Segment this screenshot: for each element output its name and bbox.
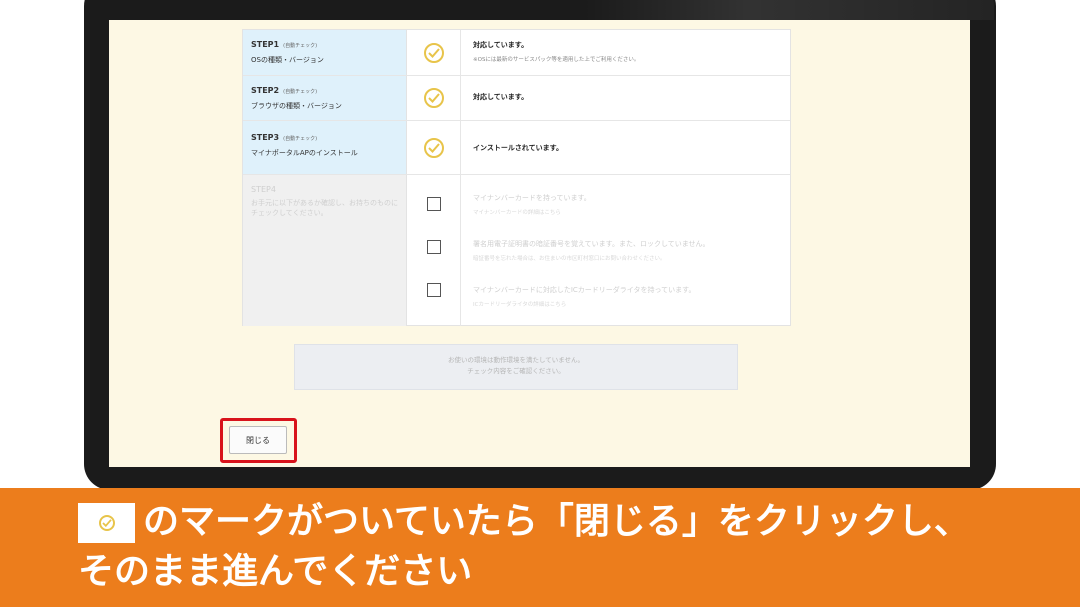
step2-message-cell: 対応しています。 [461,76,790,120]
step1-icon-cell [407,30,461,75]
instruction-banner: のマークがついていたら「閉じる」をクリックし、 そのまま進んでください [0,488,1080,607]
checkbox-icon[interactable] [426,240,441,254]
environment-check-table: STEP1 (自動チェック) OSの種類・バージョン 対応しています。 ※OSには… [242,29,791,326]
step2-row: STEP2 (自動チェック) ブラウザの種類・バージョン 対応しています。 [243,76,790,121]
step1-status: 対応しています。 [473,41,529,49]
step2-tag: (自動チェック) [283,89,318,95]
check-circle-icon [423,137,444,158]
step4-checkbox-cell [407,175,461,326]
step4-item-2: 署名用電子証明書の暗証番号を覚えています。また、ロックしていません。 暗証番号を… [473,239,790,285]
notice-line-2: チェック内容をご確認ください。 [467,367,565,375]
notice-line-1: お使いの環境は動作環境を満たしていません。 [447,356,585,364]
environment-notice: お使いの環境は動作環境を満たしていません。 チェック内容をご確認ください。 [294,344,738,390]
step2-status: 対応しています。 [473,93,529,101]
step4-item-3-label: マイナンバーカードに対応したICカードリーダライタを持っています。 [473,286,696,294]
step4-item-3-note: ICカードリーダライタの詳細はこちら [473,302,567,308]
laptop-screen: STEP1 (自動チェック) OSの種類・バージョン 対応しています。 ※OSには… [109,20,970,467]
close-button[interactable]: 閉じる [229,426,287,454]
step3-title: STEP3 (自動チェック) [251,133,318,142]
check-mark-sample [78,503,135,543]
step2-desc: ブラウザの種類・バージョン [251,102,342,110]
step4-row: STEP4 お手元に以下があるか確認し、お持ちのものにチェックしてください。 マ… [243,175,790,326]
step4-item-1-note: マイナンバーカードの詳細はこちら [473,210,561,216]
step1-note: ※OSには最新のサービスパック等を適用した上でご利用ください。 [473,57,640,63]
step4-desc: お手元に以下があるか確認し、お持ちのものにチェックしてください。 [251,199,398,217]
step1-tag: (自動チェック) [283,43,318,49]
step3-message-cell: インストールされています。 [461,121,790,174]
check-circle-icon [423,88,444,108]
step4-item-1: マイナンバーカードを持っています。 マイナンバーカードの詳細はこちら [473,193,790,239]
checkbox-icon[interactable] [426,283,441,297]
step2-title: STEP2 (自動チェック) [251,86,318,95]
step1-row: STEP1 (自動チェック) OSの種類・バージョン 対応しています。 ※OSには… [243,30,790,76]
step2-label-cell: STEP2 (自動チェック) ブラウザの種類・バージョン [243,76,407,120]
checkbox-icon[interactable] [426,197,441,211]
bezel-reflection [584,0,994,20]
step1-title: STEP1 (自動チェック) [251,40,318,49]
step3-status: インストールされています。 [473,144,563,152]
step3-tag: (自動チェック) [283,136,318,142]
step3-row: STEP3 (自動チェック) マイナポータルAPのインストール インストールされて… [243,121,790,175]
step1-label-cell: STEP1 (自動チェック) OSの種類・バージョン [243,30,407,75]
step4-title: STEP4 [251,185,276,194]
step4-item-3: マイナンバーカードに対応したICカードリーダライタを持っています。 ICカードリ… [473,285,790,331]
caption-line-1: のマークがついていたら「閉じる」をクリックし、 [143,501,970,542]
step3-icon-cell [407,121,461,174]
step4-item-2-note: 暗証番号を忘れた場合は、お住まいの市区町村窓口にお問い合わせください。 [473,256,666,262]
step1-desc: OSの種類・バージョン [251,56,324,64]
step4-items-cell: マイナンバーカードを持っています。 マイナンバーカードの詳細はこちら 署名用電子… [461,175,790,326]
step1-message-cell: 対応しています。 ※OSには最新のサービスパック等を適用した上でご利用ください。 [461,30,790,75]
step4-item-2-label: 署名用電子証明書の暗証番号を覚えています。また、ロックしていません。 [473,240,710,248]
step4-label-cell: STEP4 お手元に以下があるか確認し、お持ちのものにチェックしてください。 [243,175,407,326]
step3-label-cell: STEP3 (自動チェック) マイナポータルAPのインストール [243,121,407,174]
step4-item-1-label: マイナンバーカードを持っています。 [473,194,591,202]
step2-icon-cell [407,76,461,120]
step3-desc: マイナポータルAPのインストール [251,149,358,157]
caption-line-2: そのまま進んでください [78,551,473,592]
check-circle-icon [423,42,444,63]
check-circle-icon [98,515,115,531]
